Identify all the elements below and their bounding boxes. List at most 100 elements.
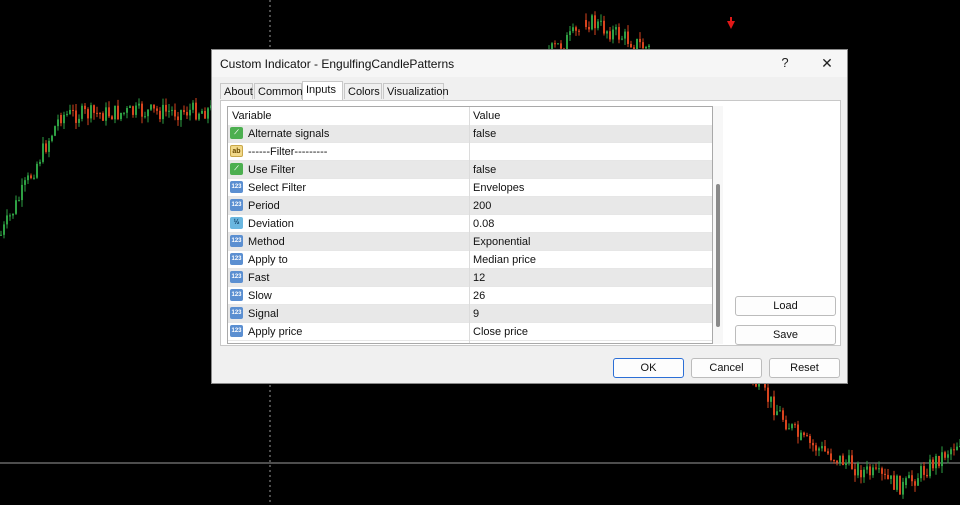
candle: [872, 464, 874, 478]
tab-visualization[interactable]: Visualization: [383, 83, 449, 99]
table-row[interactable]: 123 Fast 12: [228, 269, 712, 287]
candle: [773, 390, 775, 421]
ok-button[interactable]: OK: [613, 358, 684, 378]
tab-common[interactable]: Common: [254, 83, 303, 99]
variable-value[interactable]: false: [473, 128, 496, 140]
variable-name: Use Filter: [248, 164, 296, 176]
candle: [591, 13, 593, 31]
candle: [557, 43, 559, 45]
candle: [572, 23, 574, 34]
candle: [75, 103, 77, 129]
candle: [618, 23, 620, 44]
candle: [168, 103, 170, 118]
candle: [896, 474, 898, 492]
candle: [899, 475, 901, 495]
candle: [600, 14, 602, 26]
help-icon[interactable]: ?: [770, 52, 800, 74]
table-row[interactable]: ⟋ Use Filter false: [228, 161, 712, 179]
candle: [935, 453, 937, 475]
variable-value[interactable]: 9: [473, 308, 479, 320]
dialog-title: Custom Indicator - EngulfingCandlePatter…: [220, 57, 455, 71]
candle: [920, 463, 922, 482]
table-row[interactable]: 123 Apply to Median price: [228, 251, 712, 269]
candle: [33, 174, 35, 180]
candle: [902, 477, 904, 499]
variable-value[interactable]: Median price: [473, 254, 536, 266]
sell-arrow-icon: [727, 17, 735, 29]
column-header-variable[interactable]: Variable: [232, 110, 272, 122]
candle: [606, 30, 608, 39]
table-row[interactable]: ⟋ Alternate signals false: [228, 125, 712, 143]
candle: [195, 98, 197, 121]
load-button[interactable]: Load: [735, 296, 836, 316]
variable-name: Apply price: [248, 326, 303, 338]
candle: [51, 134, 53, 143]
candle: [585, 13, 587, 30]
candle: [27, 172, 29, 185]
candle: [123, 112, 125, 116]
candle: [84, 103, 86, 114]
table-row[interactable]: 123 Method Exponential: [228, 233, 712, 251]
variable-name: ------Filter---------: [248, 146, 328, 158]
int-icon: 123: [230, 325, 243, 337]
tab-inputs[interactable]: Inputs: [302, 81, 343, 100]
candle: [642, 38, 644, 49]
candle: [99, 112, 101, 119]
variable-value[interactable]: Exponential: [473, 236, 531, 248]
table-row[interactable]: ½ Deviation 0.08: [228, 215, 712, 233]
candle: [597, 19, 599, 31]
candle: [863, 466, 865, 483]
candle: [767, 380, 769, 408]
variable-value[interactable]: 200: [473, 200, 491, 212]
variable-value[interactable]: Close price: [473, 326, 528, 338]
candle: [797, 420, 799, 444]
candle: [126, 105, 128, 119]
int-icon: 123: [230, 289, 243, 301]
save-button[interactable]: Save: [735, 325, 836, 345]
close-icon[interactable]: ✕: [812, 52, 842, 74]
column-header-value[interactable]: Value: [473, 110, 500, 122]
candle: [18, 196, 20, 202]
candle: [854, 463, 856, 482]
table-row[interactable]: 123 Slow 26: [228, 287, 712, 305]
candle: [48, 138, 50, 158]
variable-value[interactable]: Envelopes: [473, 182, 524, 194]
table-row[interactable]: 123 Apply price Close price: [228, 323, 712, 341]
candle: [180, 109, 182, 127]
table-row[interactable]: 123 Select Filter Envelopes: [228, 179, 712, 197]
candle: [770, 396, 772, 408]
variable-value[interactable]: 0.08: [473, 218, 494, 230]
scrollbar-thumb[interactable]: [716, 184, 720, 327]
tab-colors[interactable]: Colors: [344, 83, 382, 99]
tab-about[interactable]: About: [220, 83, 253, 99]
table-row[interactable]: ab ------Filter---------: [228, 143, 712, 161]
table-row[interactable]: 123 Period 200: [228, 197, 712, 215]
inputs-grid: Variable Value ⟋ Alternate signals false ab…: [227, 106, 713, 344]
candle: [42, 136, 44, 164]
candle: [827, 448, 829, 456]
candle: [812, 439, 814, 452]
candle: [6, 209, 8, 229]
candle: [141, 101, 143, 124]
candle: [9, 213, 11, 221]
candle: [932, 457, 934, 471]
candle: [111, 115, 113, 120]
cancel-button[interactable]: Cancel: [691, 358, 762, 378]
candle: [794, 422, 796, 428]
variable-value[interactable]: 26: [473, 290, 485, 302]
candle: [818, 446, 820, 457]
reset-button[interactable]: Reset: [769, 358, 840, 378]
grid-scrollbar[interactable]: [713, 106, 723, 344]
candle: [839, 455, 841, 466]
variable-name: Slow: [248, 290, 272, 302]
candle: [917, 473, 919, 486]
table-row[interactable]: 123 Signal 9: [228, 305, 712, 323]
int-icon: 123: [230, 271, 243, 283]
candle: [147, 109, 149, 123]
dialog-titlebar[interactable]: Custom Indicator - EngulfingCandlePatter…: [212, 50, 847, 77]
candle: [887, 469, 889, 480]
variable-value[interactable]: 12: [473, 272, 485, 284]
int-icon: 123: [230, 235, 243, 247]
double-icon: ½: [230, 217, 243, 229]
variable-value[interactable]: false: [473, 164, 496, 176]
